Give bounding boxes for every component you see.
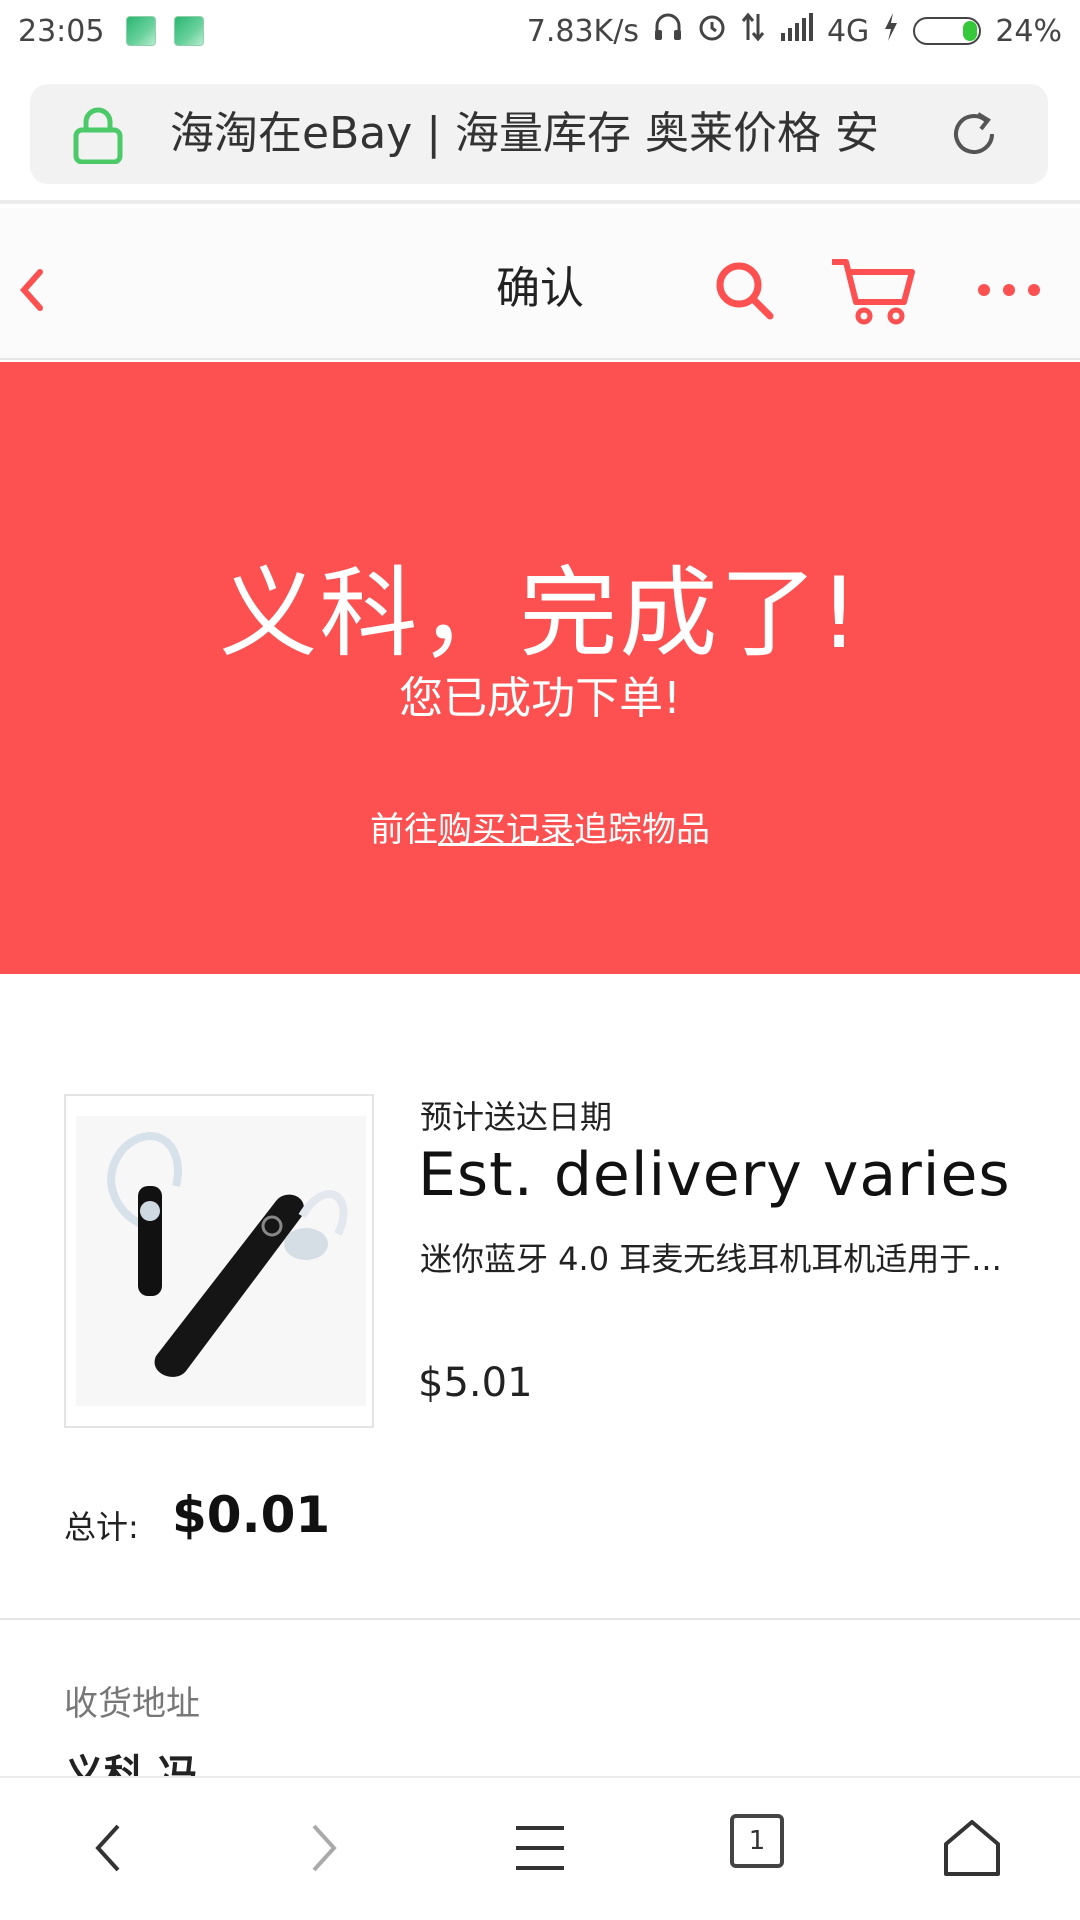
cart-icon[interactable] [830,256,916,326]
total-label: 总计: [64,1508,139,1546]
home-icon[interactable] [940,1816,1004,1884]
page-title: 确认 [496,263,584,314]
back-icon[interactable] [88,1822,128,1878]
data-arrows-icon [741,12,765,50]
charging-icon [883,12,899,50]
item-image[interactable] [64,1094,374,1428]
headset-icon [653,12,683,50]
delivery-value: Est. delivery varies [418,1140,1011,1210]
notification-app-icon [126,16,157,46]
section-divider [0,1618,1080,1620]
forward-icon[interactable] [304,1822,344,1878]
delivery-label: 预计送达日期 [420,1098,613,1136]
confirmation-subheading: 您已成功下单! [399,673,681,724]
network-type: 4G [826,13,870,49]
status-time: 23:05 [18,13,105,49]
item-price: $5.01 [418,1360,533,1406]
battery-percent: 24% [995,13,1062,49]
battery-icon [913,17,982,45]
headset-product-icon [76,1116,366,1406]
more-icon[interactable] [976,280,1042,300]
net-speed: 7.83K/s [526,13,639,49]
menu-icon[interactable] [512,1822,568,1878]
url-bar[interactable]: 海淘在eBay | 海量库存 奥莱价格 安 [30,84,1048,184]
purchase-history-link[interactable]: 购买记录 [438,810,574,850]
tabs-icon[interactable]: 1 [730,1814,784,1868]
item-title[interactable]: 迷你蓝牙 4.0 耳麦无线耳机耳机适用于... [420,1236,1020,1282]
order-confirmation-banner: 义科，完成了! 您已成功下单! 前往购买记录追踪物品 [0,362,1080,974]
purchase-history-line: 前往购买记录追踪物品 [0,802,1080,851]
url-title[interactable]: 海淘在eBay | 海量库存 奥莱价格 安 [170,84,950,184]
link-prefix: 前往 [370,810,438,850]
notification-app-icon [174,16,205,46]
browser-url-area: 海淘在eBay | 海量库存 奥莱价格 安 [0,62,1080,204]
confirmation-heading: 义科，完成了! [219,557,861,671]
link-suffix: 追踪物品 [574,810,710,850]
status-bar: 23:05 7.83K/s 4G 24% [0,0,1080,62]
signal-icon [779,13,813,49]
shipping-recipient-name: 义科 冯 [64,1752,198,1778]
shipping-address-label: 收货地址 [64,1684,200,1724]
total-value: $0.01 [172,1486,331,1544]
reload-icon[interactable] [948,108,1000,160]
search-icon[interactable] [712,258,776,322]
alarm-icon [697,12,727,50]
lock-icon [72,106,124,165]
status-right: 7.83K/s 4G 24% [527,12,1062,50]
